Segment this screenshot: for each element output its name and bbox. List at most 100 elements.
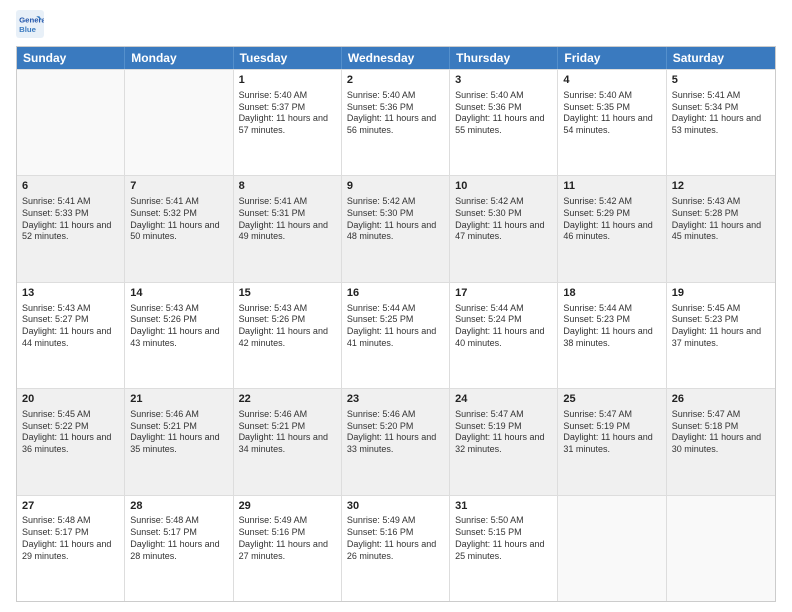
cell-info: Sunrise: 5:42 AMSunset: 5:30 PMDaylight:… bbox=[347, 196, 444, 243]
calendar-row: 27Sunrise: 5:48 AMSunset: 5:17 PMDayligh… bbox=[17, 495, 775, 601]
calendar-cell: 12 Sunrise: 5:43 AMSunset: 5:28 PMDayligh… bbox=[667, 176, 775, 281]
svg-text:General: General bbox=[19, 15, 44, 24]
cell-info: Sunrise: 5:41 AMSunset: 5:33 PMDaylight:… bbox=[22, 196, 119, 243]
cell-info: Sunrise: 5:41 AMSunset: 5:31 PMDaylight:… bbox=[239, 196, 336, 243]
weekday-header: Saturday bbox=[667, 47, 775, 69]
day-number: 19 bbox=[672, 286, 770, 301]
cell-info: Sunrise: 5:46 AMSunset: 5:21 PMDaylight:… bbox=[130, 409, 227, 456]
day-number: 1 bbox=[239, 73, 336, 88]
weekday-header: Wednesday bbox=[342, 47, 450, 69]
day-number: 25 bbox=[563, 392, 660, 407]
page: General Blue SundayMondayTuesdayWednesda… bbox=[0, 0, 792, 612]
day-number: 13 bbox=[22, 286, 119, 301]
calendar-cell: 24 Sunrise: 5:47 AMSunset: 5:19 PMDayligh… bbox=[450, 389, 558, 494]
calendar-cell: 17 Sunrise: 5:44 AMSunset: 5:24 PMDayligh… bbox=[450, 283, 558, 388]
cell-info: Sunrise: 5:42 AMSunset: 5:29 PMDaylight:… bbox=[563, 196, 660, 243]
cell-info: Sunrise: 5:44 AMSunset: 5:23 PMDaylight:… bbox=[563, 303, 660, 350]
cell-info: Sunrise: 5:43 AMSunset: 5:27 PMDaylight:… bbox=[22, 303, 119, 350]
cell-info: Sunrise: 5:47 AMSunset: 5:19 PMDaylight:… bbox=[563, 409, 660, 456]
calendar-cell: 22 Sunrise: 5:46 AMSunset: 5:21 PMDayligh… bbox=[234, 389, 342, 494]
calendar-cell: 13 Sunrise: 5:43 AMSunset: 5:27 PMDayligh… bbox=[17, 283, 125, 388]
calendar-row: 13 Sunrise: 5:43 AMSunset: 5:27 PMDayligh… bbox=[17, 282, 775, 388]
day-number: 17 bbox=[455, 286, 552, 301]
weekday-header: Thursday bbox=[450, 47, 558, 69]
day-number: 16 bbox=[347, 286, 444, 301]
day-number: 2 bbox=[347, 73, 444, 88]
calendar-cell bbox=[667, 496, 775, 601]
day-number: 8 bbox=[239, 179, 336, 194]
cell-info: Sunrise: 5:40 AMSunset: 5:36 PMDaylight:… bbox=[347, 90, 444, 137]
day-number: 10 bbox=[455, 179, 552, 194]
cell-info: Sunrise: 5:44 AMSunset: 5:24 PMDaylight:… bbox=[455, 303, 552, 350]
calendar-cell: 3Sunrise: 5:40 AMSunset: 5:36 PMDaylight… bbox=[450, 70, 558, 175]
day-number: 27 bbox=[22, 499, 119, 514]
cell-info: Sunrise: 5:41 AMSunset: 5:32 PMDaylight:… bbox=[130, 196, 227, 243]
day-number: 28 bbox=[130, 499, 227, 514]
cell-info: Sunrise: 5:46 AMSunset: 5:20 PMDaylight:… bbox=[347, 409, 444, 456]
day-number: 6 bbox=[22, 179, 119, 194]
calendar-row: 20Sunrise: 5:45 AMSunset: 5:22 PMDayligh… bbox=[17, 388, 775, 494]
cell-info: Sunrise: 5:43 AMSunset: 5:28 PMDaylight:… bbox=[672, 196, 770, 243]
day-number: 11 bbox=[563, 179, 660, 194]
logo: General Blue bbox=[16, 10, 44, 38]
calendar-cell: 18 Sunrise: 5:44 AMSunset: 5:23 PMDayligh… bbox=[558, 283, 666, 388]
day-number: 14 bbox=[130, 286, 227, 301]
calendar-row: 1 Sunrise: 5:40 AMSunset: 5:37 PMDaylight… bbox=[17, 69, 775, 175]
cell-info: Sunrise: 5:42 AMSunset: 5:30 PMDaylight:… bbox=[455, 196, 552, 243]
weekday-header: Tuesday bbox=[234, 47, 342, 69]
cell-info: Sunrise: 5:48 AMSunset: 5:17 PMDaylight:… bbox=[130, 515, 227, 562]
day-number: 18 bbox=[563, 286, 660, 301]
calendar-cell: 16 Sunrise: 5:44 AMSunset: 5:25 PMDayligh… bbox=[342, 283, 450, 388]
calendar-cell: 9 Sunrise: 5:42 AMSunset: 5:30 PMDaylight… bbox=[342, 176, 450, 281]
calendar-cell bbox=[125, 70, 233, 175]
day-number: 20 bbox=[22, 392, 119, 407]
day-number: 22 bbox=[239, 392, 336, 407]
calendar-cell: 6 Sunrise: 5:41 AMSunset: 5:33 PMDaylight… bbox=[17, 176, 125, 281]
day-number: 23 bbox=[347, 392, 444, 407]
day-number: 5 bbox=[672, 73, 770, 88]
day-number: 9 bbox=[347, 179, 444, 194]
cell-info: Sunrise: 5:46 AMSunset: 5:21 PMDaylight:… bbox=[239, 409, 336, 456]
calendar-header: SundayMondayTuesdayWednesdayThursdayFrid… bbox=[17, 47, 775, 69]
cell-info: Sunrise: 5:47 AMSunset: 5:19 PMDaylight:… bbox=[455, 409, 552, 456]
cell-info: Sunrise: 5:43 AMSunset: 5:26 PMDaylight:… bbox=[239, 303, 336, 350]
calendar-row: 6 Sunrise: 5:41 AMSunset: 5:33 PMDaylight… bbox=[17, 175, 775, 281]
calendar-cell: 27Sunrise: 5:48 AMSunset: 5:17 PMDayligh… bbox=[17, 496, 125, 601]
calendar-cell: 5 Sunrise: 5:41 AMSunset: 5:34 PMDaylight… bbox=[667, 70, 775, 175]
weekday-header: Friday bbox=[558, 47, 666, 69]
day-number: 7 bbox=[130, 179, 227, 194]
cell-info: Sunrise: 5:49 AMSunset: 5:16 PMDaylight:… bbox=[347, 515, 444, 562]
calendar-cell bbox=[558, 496, 666, 601]
cell-info: Sunrise: 5:48 AMSunset: 5:17 PMDaylight:… bbox=[22, 515, 119, 562]
calendar-cell: 30Sunrise: 5:49 AMSunset: 5:16 PMDayligh… bbox=[342, 496, 450, 601]
day-number: 3 bbox=[455, 73, 552, 88]
calendar-cell: 14Sunrise: 5:43 AMSunset: 5:26 PMDayligh… bbox=[125, 283, 233, 388]
calendar-cell: 15 Sunrise: 5:43 AMSunset: 5:26 PMDayligh… bbox=[234, 283, 342, 388]
day-number: 4 bbox=[563, 73, 660, 88]
header: General Blue bbox=[16, 10, 776, 38]
day-number: 29 bbox=[239, 499, 336, 514]
calendar-cell: 21 Sunrise: 5:46 AMSunset: 5:21 PMDayligh… bbox=[125, 389, 233, 494]
calendar-cell: 1 Sunrise: 5:40 AMSunset: 5:37 PMDaylight… bbox=[234, 70, 342, 175]
calendar-body: 1 Sunrise: 5:40 AMSunset: 5:37 PMDaylight… bbox=[17, 69, 775, 601]
calendar-cell bbox=[17, 70, 125, 175]
logo-icon: General Blue bbox=[16, 10, 44, 38]
calendar-cell: 8 Sunrise: 5:41 AMSunset: 5:31 PMDaylight… bbox=[234, 176, 342, 281]
day-number: 31 bbox=[455, 499, 552, 514]
calendar-cell: 28Sunrise: 5:48 AMSunset: 5:17 PMDayligh… bbox=[125, 496, 233, 601]
day-number: 15 bbox=[239, 286, 336, 301]
calendar-cell: 23 Sunrise: 5:46 AMSunset: 5:20 PMDayligh… bbox=[342, 389, 450, 494]
day-number: 30 bbox=[347, 499, 444, 514]
cell-info: Sunrise: 5:40 AMSunset: 5:37 PMDaylight:… bbox=[239, 90, 336, 137]
calendar-cell: 7 Sunrise: 5:41 AMSunset: 5:32 PMDaylight… bbox=[125, 176, 233, 281]
calendar-cell: 26Sunrise: 5:47 AMSunset: 5:18 PMDayligh… bbox=[667, 389, 775, 494]
cell-info: Sunrise: 5:44 AMSunset: 5:25 PMDaylight:… bbox=[347, 303, 444, 350]
cell-info: Sunrise: 5:41 AMSunset: 5:34 PMDaylight:… bbox=[672, 90, 770, 137]
day-number: 12 bbox=[672, 179, 770, 194]
day-number: 21 bbox=[130, 392, 227, 407]
cell-info: Sunrise: 5:40 AMSunset: 5:35 PMDaylight:… bbox=[563, 90, 660, 137]
cell-info: Sunrise: 5:45 AMSunset: 5:23 PMDaylight:… bbox=[672, 303, 770, 350]
day-number: 24 bbox=[455, 392, 552, 407]
calendar-cell: 31Sunrise: 5:50 AMSunset: 5:15 PMDayligh… bbox=[450, 496, 558, 601]
weekday-header: Sunday bbox=[17, 47, 125, 69]
